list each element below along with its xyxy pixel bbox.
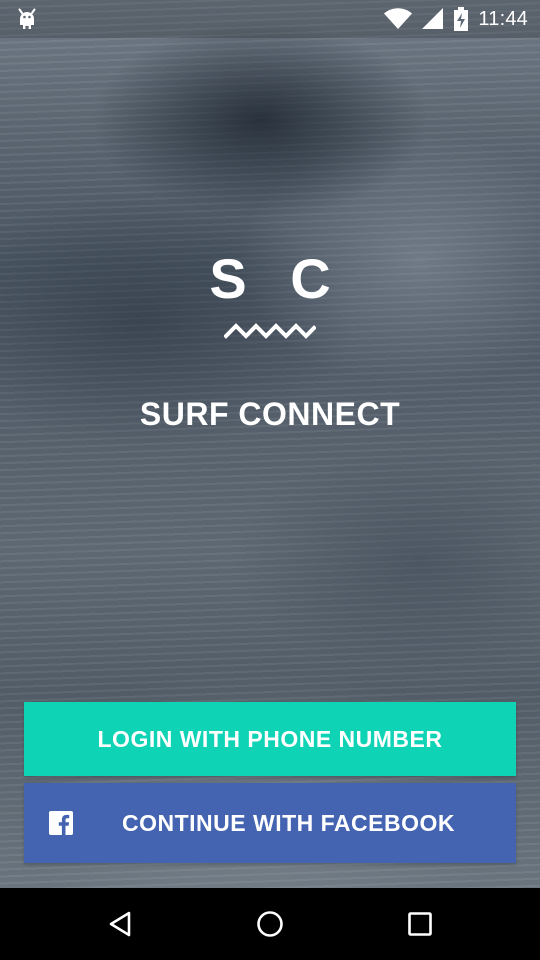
nav-recents-button[interactable] xyxy=(375,888,465,960)
android-debug-icon xyxy=(16,7,38,31)
continue-facebook-button-label: CONTINUE WITH FACEBOOK xyxy=(122,809,455,836)
status-right: 11:44 xyxy=(384,0,528,38)
login-phone-button-label: LOGIN WITH PHONE NUMBER xyxy=(97,725,443,752)
navigation-bar xyxy=(0,888,540,960)
nav-home-button[interactable] xyxy=(225,888,315,960)
back-icon xyxy=(109,911,131,937)
cellular-signal-icon xyxy=(422,8,444,30)
login-phone-button[interactable]: LOGIN WITH PHONE NUMBER xyxy=(24,702,516,776)
logo-letters: S C xyxy=(209,247,345,310)
app-logo: S C xyxy=(0,244,540,340)
recents-icon xyxy=(408,912,432,936)
facebook-icon xyxy=(48,810,74,836)
status-bar: 11:44 xyxy=(0,0,540,38)
wave-mark-icon xyxy=(224,323,316,339)
wifi-icon xyxy=(384,8,413,30)
status-time: 11:44 xyxy=(478,8,528,30)
battery-charging-icon xyxy=(454,7,469,31)
nav-back-button[interactable] xyxy=(75,888,165,960)
home-icon xyxy=(257,911,283,937)
app-title: SURF CONNECT xyxy=(139,396,401,432)
continue-facebook-button[interactable]: CONTINUE WITH FACEBOOK xyxy=(24,783,516,863)
